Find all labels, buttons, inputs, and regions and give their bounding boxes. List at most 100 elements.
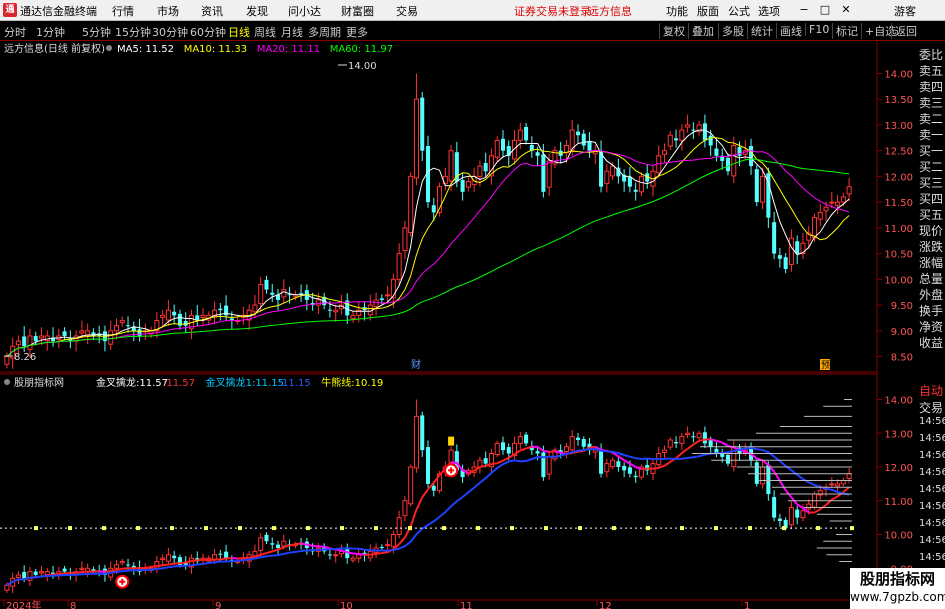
bull-bear-marker: [102, 526, 106, 531]
adjust-button[interactable]: 复权: [659, 23, 685, 39]
candle-up: [494, 442, 500, 456]
candle-down: [714, 148, 719, 156]
sidebar-main-item: 卖三: [919, 96, 944, 110]
menu-trade[interactable]: 交易: [396, 3, 418, 19]
period-more[interactable]: 更多: [346, 24, 368, 40]
menu-layout[interactable]: 版面: [697, 3, 719, 19]
candle-up: [517, 436, 523, 444]
sidebar-time-item: 14:56: [919, 416, 945, 427]
bull-bear-marker: [680, 526, 684, 531]
candle-down: [500, 138, 506, 151]
overlay-button[interactable]: 叠加: [688, 23, 714, 39]
event-label-forecast: 预: [821, 360, 830, 371]
alert-source: 远方信息: [588, 5, 632, 18]
sidebar-main-item: 买三: [919, 176, 944, 190]
sidebar-time-item: 14:56: [919, 450, 945, 461]
minimize-icon[interactable]: −: [797, 3, 811, 16]
candle-up: [333, 309, 339, 313]
period-tick[interactable]: 分时: [4, 24, 26, 40]
x-axis-label: 1: [744, 601, 750, 609]
candle-up: [350, 314, 356, 319]
back-button[interactable]: 返回: [891, 23, 917, 39]
menu-ask[interactable]: 问小达: [288, 3, 321, 19]
candle-up: [200, 314, 206, 318]
menu-discover[interactable]: 发现: [246, 3, 268, 19]
event-label-finance: 财: [411, 358, 421, 371]
kline-chart[interactable]: 14.00 13.50 13.00 12.50 12.00 11.50 11.00 10.50…: [0, 40, 945, 609]
ma-indicator-2: MA20: 11.11: [257, 44, 320, 55]
menu-functions[interactable]: 功能: [666, 3, 688, 19]
watermark-title: 股朋指标网: [859, 570, 935, 588]
user-label[interactable]: 游客: [894, 3, 916, 19]
indicator-dot-icon: [4, 379, 10, 385]
menu-market[interactable]: 市场: [157, 3, 179, 19]
login-alert[interactable]: 证券交易未登录: [514, 3, 591, 19]
candle-down: [218, 553, 223, 555]
candle-up: [685, 124, 691, 128]
golden-line-segment: [145, 565, 152, 569]
period-monthly[interactable]: 月线: [281, 24, 303, 40]
menu-quotes[interactable]: 行情: [112, 3, 134, 19]
candle-down: [270, 292, 275, 295]
menu-options[interactable]: 选项: [758, 3, 780, 19]
candle-down: [720, 453, 725, 457]
close-icon[interactable]: ✕: [839, 3, 853, 16]
main-y-label: 14.00: [884, 69, 913, 80]
candle-up: [402, 227, 408, 252]
period-5m[interactable]: 5分钟: [82, 24, 111, 40]
golden-line-segment: [761, 459, 769, 466]
candle-up: [79, 330, 85, 334]
sidebar-main-item: 卖五: [919, 64, 944, 78]
candle-up: [15, 574, 21, 578]
candle-down: [708, 135, 713, 146]
candle-down: [587, 140, 592, 151]
candle-up: [760, 466, 766, 485]
menubar: 通 通达信金融终端 行情 市场 资讯 发现 问小达 财富圈 交易 证券交易未登录…: [0, 0, 945, 21]
sidebar-main-item: 涨幅: [919, 256, 944, 270]
menu-formula[interactable]: 公式: [728, 3, 750, 19]
period-60m[interactable]: 60分钟: [190, 24, 226, 40]
candle-down: [62, 568, 67, 572]
bull-bear-marker: [578, 526, 582, 531]
period-daily[interactable]: 日线: [228, 24, 250, 40]
candle-down: [22, 571, 27, 579]
candle-down: [22, 336, 27, 347]
candle-down: [691, 436, 696, 438]
period-15m[interactable]: 15分钟: [115, 24, 151, 40]
restore-icon[interactable]: □: [818, 3, 832, 16]
candle-down: [172, 555, 177, 559]
candle-up: [44, 571, 50, 576]
golden-line-segment: [191, 559, 198, 563]
sidebar-trade-item: 自动: [919, 384, 944, 398]
stats-button[interactable]: 统计: [747, 23, 773, 39]
menu-wealth[interactable]: 财富圈: [341, 3, 374, 19]
candle-down: [172, 311, 177, 316]
menu-news[interactable]: 资讯: [201, 3, 223, 19]
f10-button[interactable]: F10: [805, 23, 829, 36]
golden-line-segment: [681, 448, 689, 454]
bull-bear-marker: [68, 526, 72, 531]
candle-down: [126, 325, 131, 327]
period-multi[interactable]: 多周期: [308, 24, 341, 40]
draw-button[interactable]: 画线: [776, 23, 802, 39]
multi-stock-button[interactable]: 多股: [718, 23, 744, 39]
period-weekly[interactable]: 周线: [254, 24, 276, 40]
sidebar-main-item: 现价: [919, 224, 944, 238]
golden-line-segment: [779, 480, 787, 491]
sidebar-main-item: 买四: [919, 192, 944, 206]
golden-line-segment: [491, 462, 498, 466]
candle-up: [679, 129, 685, 141]
period-1m[interactable]: 1分钟: [36, 24, 65, 40]
golden-line-segment: [300, 542, 308, 546]
golden-line-segment: [347, 551, 354, 555]
candle-up: [15, 340, 21, 346]
mark-button[interactable]: 标记: [832, 23, 858, 39]
main-y-label: 12.00: [884, 172, 913, 183]
golden-line-segment: [295, 542, 302, 546]
period-30m[interactable]: 30分钟: [152, 24, 188, 40]
main-y-label: 10.50: [884, 250, 913, 261]
candle-up: [315, 299, 321, 306]
candle-up: [258, 537, 264, 551]
app-logo-icon: 通: [3, 3, 17, 17]
bull-bear-marker: [714, 526, 718, 531]
